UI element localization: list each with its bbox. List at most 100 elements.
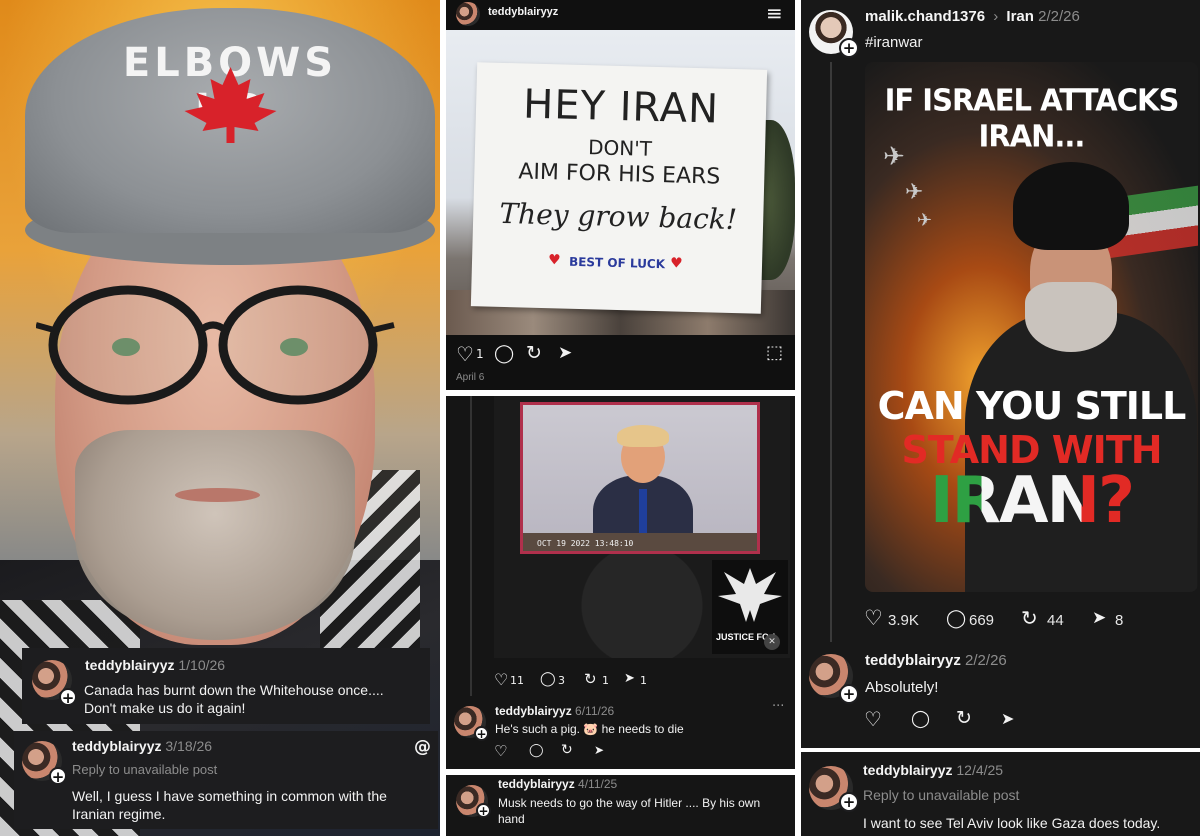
comment-icon[interactable]: ◯	[540, 671, 556, 687]
repost-icon[interactable]: ↻	[1021, 606, 1038, 630]
timestamp: 2/2/26	[1038, 8, 1080, 25]
username[interactable]: teddyblairyyz	[863, 762, 952, 778]
username[interactable]: teddyblairyyz	[488, 6, 558, 18]
post-video[interactable]: OCT 19 2022 13:48:10 JUSTICE FO L ✕ ♡ 11…	[446, 396, 795, 769]
timestamp: 12/4/25	[956, 762, 1004, 778]
jet-icon: ✈	[905, 180, 924, 205]
figure-tie	[639, 489, 647, 539]
like-heart-icon[interactable]: ♡	[494, 670, 508, 689]
like-heart-icon[interactable]: ♡	[864, 606, 883, 630]
reply-note: Reply to unavailable post	[863, 787, 1020, 803]
username[interactable]: malik.chand1376	[865, 8, 985, 25]
username[interactable]: teddyblairyyz	[498, 777, 575, 791]
video-timestamp: OCT 19 2022 13:48:10	[537, 539, 634, 548]
video-frame: OCT 19 2022 13:48:10	[520, 402, 760, 554]
like-heart-icon[interactable]: ♡	[456, 342, 474, 366]
comment-card-2[interactable]: + teddyblairyyz 3/18/26 @ Reply to unava…	[14, 731, 438, 829]
follow-plus-icon[interactable]: +	[839, 38, 859, 58]
repost-count: 44	[1047, 612, 1064, 629]
comment-line: Well, I guess I have something in common…	[72, 788, 387, 804]
phoenix-icon	[718, 568, 782, 622]
comment-icon[interactable]: ◯	[946, 608, 966, 629]
poster-headline-line1: CAN YOU STILL	[877, 384, 1187, 428]
timestamp: 1/10/26	[178, 657, 226, 673]
reply-count: 669	[969, 612, 995, 629]
username[interactable]: teddyblairyyz	[85, 657, 174, 673]
share-icon[interactable]: ➤	[624, 671, 635, 686]
like-count: 11	[510, 674, 524, 687]
post-iran-poster[interactable]: + malik.chand1376 › Iran 2/2/26 #iranwar…	[801, 0, 1200, 748]
maple-leaf-icon	[184, 67, 277, 143]
comment-line: Don't make us do it again!	[84, 700, 246, 717]
comment-card-1[interactable]: + teddyblairyyz 1/10/26 Canada has burnt…	[22, 648, 430, 724]
timestamp: 4/11/25	[578, 777, 618, 791]
follow-plus-icon[interactable]: +	[839, 684, 859, 704]
right-column: + malik.chand1376 › Iran 2/2/26 #iranwar…	[801, 0, 1200, 836]
threads-logo-icon[interactable]: @	[414, 737, 431, 757]
follow-plus-icon[interactable]: +	[59, 688, 77, 707]
reply-count: 3	[558, 674, 565, 687]
figure-hair	[617, 425, 669, 447]
reply-text: He's such a pig. 🐷 he needs to die	[495, 722, 684, 736]
cleric-turban	[1013, 162, 1129, 250]
collage-screenshot: ELBOWS UP + teddyblairyyz 1/10/26 Canada…	[0, 0, 1200, 836]
comment-line: hand	[498, 811, 525, 826]
username[interactable]: teddyblairyyz	[495, 704, 572, 718]
phoenix-logo: JUSTICE FO L ✕	[712, 560, 788, 654]
post-header: teddyblairyyz ≡	[446, 0, 795, 30]
topic-tag[interactable]: Iran	[1006, 8, 1034, 25]
bookmark-icon[interactable]: ⬚	[766, 342, 783, 363]
comment-icon[interactable]: ◯	[494, 343, 514, 364]
repost-icon[interactable]: ↻	[561, 742, 573, 758]
mute-icon[interactable]: ✕	[764, 634, 780, 650]
hashtag[interactable]: #iranwar	[865, 33, 923, 53]
more-options-icon[interactable]: ···	[772, 699, 784, 714]
video-player[interactable]: OCT 19 2022 13:48:10 JUSTICE FO L ✕	[494, 396, 790, 658]
username[interactable]: teddyblairyyz	[865, 652, 961, 669]
poster-headline-line3: IRAN?	[865, 464, 1198, 538]
thread-line	[470, 396, 472, 696]
profile-portrait-panel: ELBOWS UP + teddyblairyyz 1/10/26 Canada…	[0, 0, 440, 836]
repost-icon[interactable]: ↻	[526, 342, 542, 364]
follow-plus-icon[interactable]: +	[839, 792, 859, 812]
reply-text: Absolutely!	[865, 679, 939, 696]
repost-icon[interactable]: ↻	[956, 707, 972, 729]
post-musk-comment[interactable]: + teddyblairyyz 4/11/25 Musk needs to go…	[446, 775, 795, 836]
comment-header: teddyblairyyz 4/11/25	[498, 777, 617, 791]
timestamp: 6/11/26	[575, 704, 615, 718]
share-icon[interactable]: ➤	[558, 343, 572, 363]
glasses-icon	[36, 285, 395, 405]
sign-line: They grow back!	[499, 196, 738, 237]
sign-line: AIM FOR HIS EARS	[518, 159, 721, 190]
comment-line: Iranian regime.	[72, 806, 166, 823]
menu-icon[interactable]: ≡	[766, 1, 783, 25]
repost-icon[interactable]: ↻	[584, 670, 597, 688]
like-heart-icon[interactable]: ♡	[494, 742, 507, 760]
follow-plus-icon[interactable]: +	[476, 803, 491, 818]
comment-icon[interactable]: ◯	[911, 709, 930, 729]
follow-plus-icon[interactable]: +	[474, 726, 489, 741]
beard	[75, 430, 355, 640]
cleric-beard	[1025, 282, 1117, 352]
post-date: April 6	[456, 372, 485, 383]
repost-count: 1	[602, 674, 609, 687]
post-protest-sign[interactable]: teddyblairyyz ≡ HEY IRAN DON'T AIM FOR H…	[446, 0, 795, 390]
post-tel-aviv-comment[interactable]: + teddyblairyyz 12/4/25 Reply to unavail…	[801, 752, 1200, 836]
share-icon[interactable]: ➤	[594, 743, 604, 757]
like-heart-icon[interactable]: ♡	[864, 707, 882, 731]
comment-line: Musk needs to go the way of Hitler .... …	[498, 796, 761, 810]
follow-plus-icon[interactable]: +	[49, 767, 67, 786]
comment-icon[interactable]: ◯	[529, 743, 544, 758]
thread-line	[830, 62, 832, 642]
share-icon[interactable]: ➤	[1092, 608, 1106, 628]
jet-icon: ✈	[917, 210, 933, 231]
comment-header: teddyblairyyz 3/18/26	[72, 738, 212, 754]
share-icon[interactable]: ➤	[1001, 709, 1014, 728]
poster-image[interactable]: ✈ ✈ ✈ IF ISRAEL ATTACKS IRAN... CAN YOU …	[865, 62, 1198, 592]
avatar[interactable]	[456, 2, 480, 26]
share-count: 1	[640, 674, 647, 687]
like-count: 3.9K	[888, 612, 919, 629]
post-image[interactable]: HEY IRAN DON'T AIM FOR HIS EARS They gro…	[446, 30, 795, 335]
comment-text: Well, I guess I have something in common…	[72, 787, 387, 823]
username[interactable]: teddyblairyyz	[72, 738, 161, 754]
